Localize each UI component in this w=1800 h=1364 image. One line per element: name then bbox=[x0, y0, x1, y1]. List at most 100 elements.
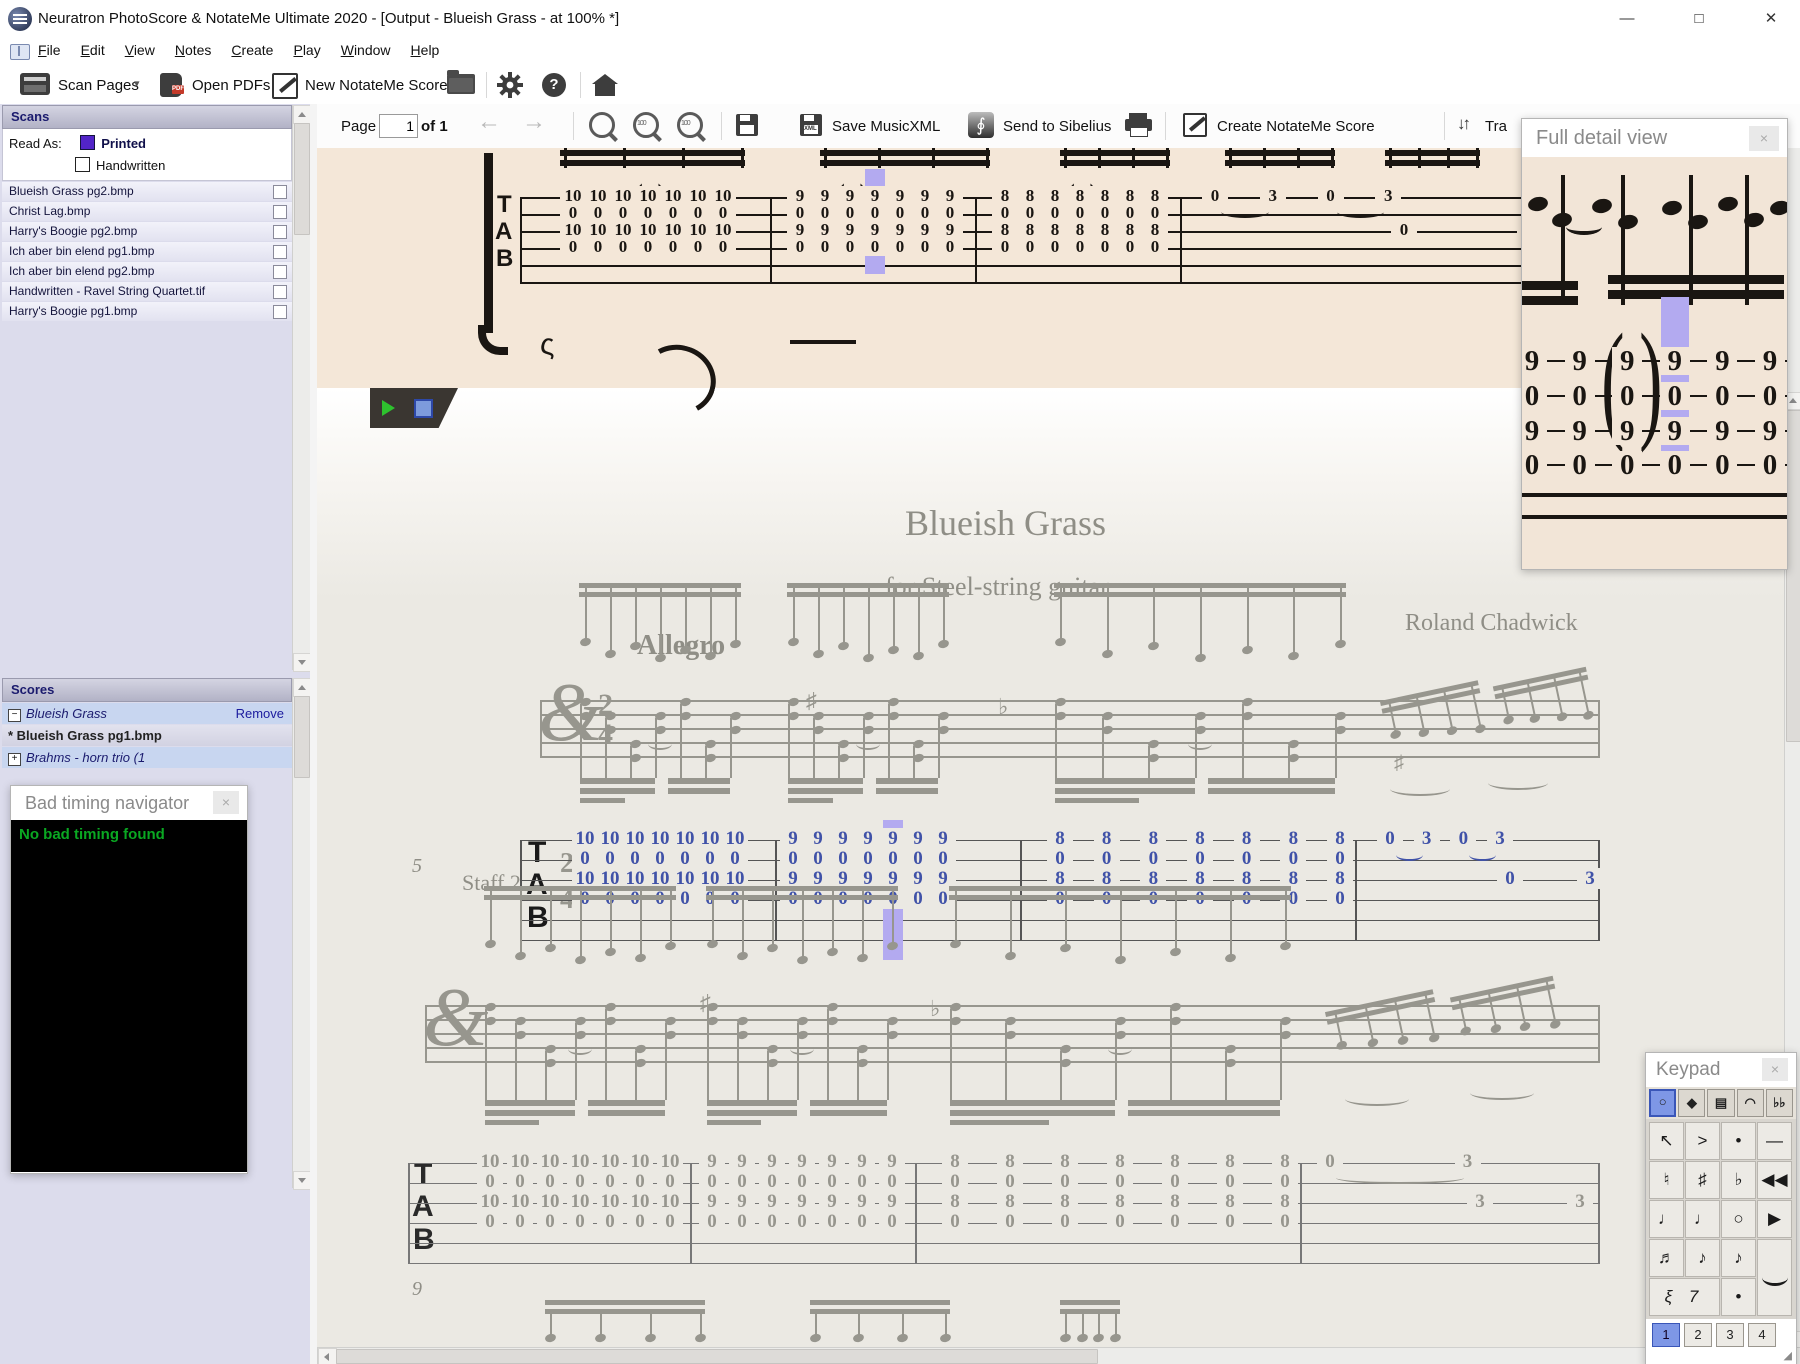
dot-icon[interactable]: • bbox=[1721, 1278, 1756, 1316]
scan-pages-button[interactable]: Scan Pages bbox=[58, 77, 139, 94]
tie-icon[interactable] bbox=[1757, 1239, 1792, 1316]
printed-checkbox[interactable]: Printed bbox=[80, 135, 146, 152]
menu-notes[interactable]: Notes bbox=[175, 42, 212, 58]
scan-file-row[interactable]: Harry's Boogie pg2.bmp bbox=[2, 222, 292, 241]
keypad-close-icon[interactable]: × bbox=[1762, 1058, 1788, 1081]
main-hscrollbar[interactable] bbox=[317, 1347, 1800, 1364]
scan-file-checkbox[interactable] bbox=[273, 305, 287, 319]
keypad-page-1[interactable]: 1 bbox=[1652, 1323, 1680, 1347]
rests-icon[interactable]: ξ 7 bbox=[1649, 1278, 1720, 1316]
scans-scrollbar[interactable] bbox=[292, 105, 311, 672]
beam bbox=[950, 1100, 1115, 1106]
bad-timing-close-icon[interactable]: × bbox=[213, 791, 239, 814]
expand-icon[interactable]: + bbox=[8, 753, 21, 766]
handwritten-checkbox[interactable]: Handwritten bbox=[75, 157, 285, 175]
scan-pages-dropdown[interactable]: ▾ bbox=[134, 77, 140, 90]
score-row[interactable]: − Blueish Grass Remove bbox=[2, 703, 292, 724]
scan-file-row[interactable]: Handwritten - Ravel String Quartet.tif bbox=[2, 282, 292, 301]
maximize-button[interactable]: □ bbox=[1676, 4, 1722, 34]
keypad-page-2[interactable]: 2 bbox=[1684, 1323, 1712, 1347]
eighth-note-icon[interactable]: ♪ bbox=[1721, 1239, 1756, 1277]
scan-file-checkbox[interactable] bbox=[273, 185, 287, 199]
tab-number: 9 bbox=[1522, 417, 1547, 446]
eighth-note-alt-icon[interactable]: ♪ bbox=[1685, 1239, 1720, 1277]
scan-file-checkbox[interactable] bbox=[273, 285, 287, 299]
menu-window[interactable]: Window bbox=[341, 42, 391, 58]
next-page-icon[interactable]: → bbox=[522, 108, 546, 136]
whole-note-tab[interactable]: ○ bbox=[1649, 1089, 1677, 1117]
scan-file-checkbox[interactable] bbox=[273, 225, 287, 239]
score-row[interactable]: * Blueish Grass pg1.bmp bbox=[2, 725, 292, 746]
stop-icon[interactable] bbox=[414, 399, 433, 418]
scores-scrollbar[interactable] bbox=[292, 678, 311, 1190]
splitter[interactable] bbox=[310, 104, 326, 1364]
open-pdfs-button[interactable]: Open PDFs bbox=[192, 77, 270, 94]
scan-file-row[interactable]: Ich aber bin elend pg2.bmp bbox=[2, 262, 292, 281]
play-note-icon[interactable]: ▶ bbox=[1757, 1200, 1792, 1238]
accent-icon[interactable]: > bbox=[1685, 1122, 1720, 1160]
play-icon[interactable] bbox=[382, 400, 395, 416]
transpose-button[interactable]: Tra bbox=[1485, 118, 1507, 135]
prev-page-icon[interactable]: ← bbox=[477, 108, 501, 136]
staccato-icon[interactable]: • bbox=[1721, 1122, 1756, 1160]
flat-icon[interactable]: ♭ bbox=[1721, 1161, 1756, 1199]
collapse-icon[interactable]: − bbox=[8, 709, 21, 722]
scan-file-checkbox[interactable] bbox=[273, 245, 287, 259]
zoom-icon[interactable] bbox=[589, 112, 615, 138]
menu-view[interactable]: View bbox=[125, 42, 155, 58]
title-bar: Neuratron PhotoScore & NotateMe Ultimate… bbox=[0, 0, 1800, 38]
natural-icon[interactable]: ♮ bbox=[1649, 1161, 1684, 1199]
create-notateme-button[interactable]: Create NotateMe Score bbox=[1217, 118, 1375, 135]
save-musicxml-button[interactable]: Save MusicXML bbox=[832, 118, 940, 135]
save-musicxml-icon[interactable]: XML bbox=[800, 114, 822, 136]
menu-create[interactable]: Create bbox=[231, 42, 273, 58]
minimize-button[interactable]: — bbox=[1604, 4, 1650, 34]
send-to-sibelius-button[interactable]: Send to Sibelius bbox=[1003, 118, 1111, 135]
menu-file[interactable]: File bbox=[38, 42, 61, 58]
menu-help[interactable]: Help bbox=[411, 42, 440, 58]
whole-note-icon[interactable]: ○ bbox=[1721, 1200, 1756, 1238]
menu-play[interactable]: Play bbox=[293, 42, 320, 58]
quarter-note-alt-icon[interactable]: ♩ bbox=[1685, 1200, 1720, 1238]
note-head bbox=[1169, 1015, 1182, 1027]
help-icon[interactable]: ? bbox=[542, 73, 566, 97]
sharp-icon[interactable]: ♯ bbox=[1685, 1161, 1720, 1199]
scan-file-row[interactable]: Ich aber bin elend pg1.bmp bbox=[2, 242, 292, 261]
scan-file-checkbox[interactable] bbox=[273, 265, 287, 279]
scan-file-row[interactable]: Blueish Grass pg2.bmp bbox=[2, 182, 292, 201]
pointer-icon[interactable]: ↖ bbox=[1649, 1122, 1684, 1160]
score-row[interactable]: + Brahms - horn trio (1 bbox=[2, 747, 292, 768]
close-button[interactable]: ✕ bbox=[1748, 4, 1794, 34]
note-head bbox=[644, 1332, 657, 1344]
beam-tab[interactable]: ▤ bbox=[1707, 1089, 1735, 1117]
keypad-page-4[interactable]: 4 bbox=[1748, 1323, 1776, 1347]
scan-file-checkbox[interactable] bbox=[273, 205, 287, 219]
paren: ) bbox=[1089, 168, 1105, 255]
rewind-icon[interactable]: ◀◀ bbox=[1757, 1161, 1792, 1199]
save-icon[interactable] bbox=[736, 114, 758, 136]
scan-file-row[interactable]: Christ Lag.bmp bbox=[2, 202, 292, 221]
remove-score-button[interactable]: Remove bbox=[236, 703, 284, 724]
menu-edit[interactable]: Edit bbox=[81, 42, 105, 58]
double-flat-tab[interactable]: ♭♭ bbox=[1765, 1089, 1793, 1117]
beam bbox=[668, 788, 730, 794]
tab-number: 9 bbox=[819, 1191, 845, 1213]
tab-number: 0 bbox=[992, 237, 1018, 257]
keypad-page-3[interactable]: 3 bbox=[1716, 1323, 1744, 1347]
quarter-note-icon[interactable]: ♩ bbox=[1649, 1200, 1684, 1238]
beam bbox=[810, 1309, 950, 1314]
full-detail-close-icon[interactable]: × bbox=[1749, 126, 1779, 151]
settings-gear-icon[interactable] bbox=[497, 72, 523, 103]
open-folder-icon[interactable] bbox=[447, 70, 475, 94]
zoom-in-100-icon[interactable]: 100 bbox=[677, 112, 703, 138]
page-input[interactable] bbox=[379, 114, 418, 138]
keypad-resize-handle[interactable]: ◢ bbox=[1784, 1349, 1792, 1362]
new-notateme-button[interactable]: New NotateMe Score bbox=[305, 77, 448, 94]
half-note-tab[interactable]: ◆ bbox=[1678, 1089, 1706, 1117]
fermata-tab[interactable]: ◠ bbox=[1736, 1089, 1764, 1117]
zoom-out-100-icon[interactable]: 100 bbox=[633, 112, 659, 138]
sixteenth-note-icon[interactable]: ♬ bbox=[1649, 1239, 1684, 1277]
beam bbox=[788, 778, 863, 784]
tenuto-icon[interactable]: — bbox=[1757, 1122, 1792, 1160]
scan-file-row[interactable]: Harry's Boogie pg1.bmp bbox=[2, 302, 292, 321]
